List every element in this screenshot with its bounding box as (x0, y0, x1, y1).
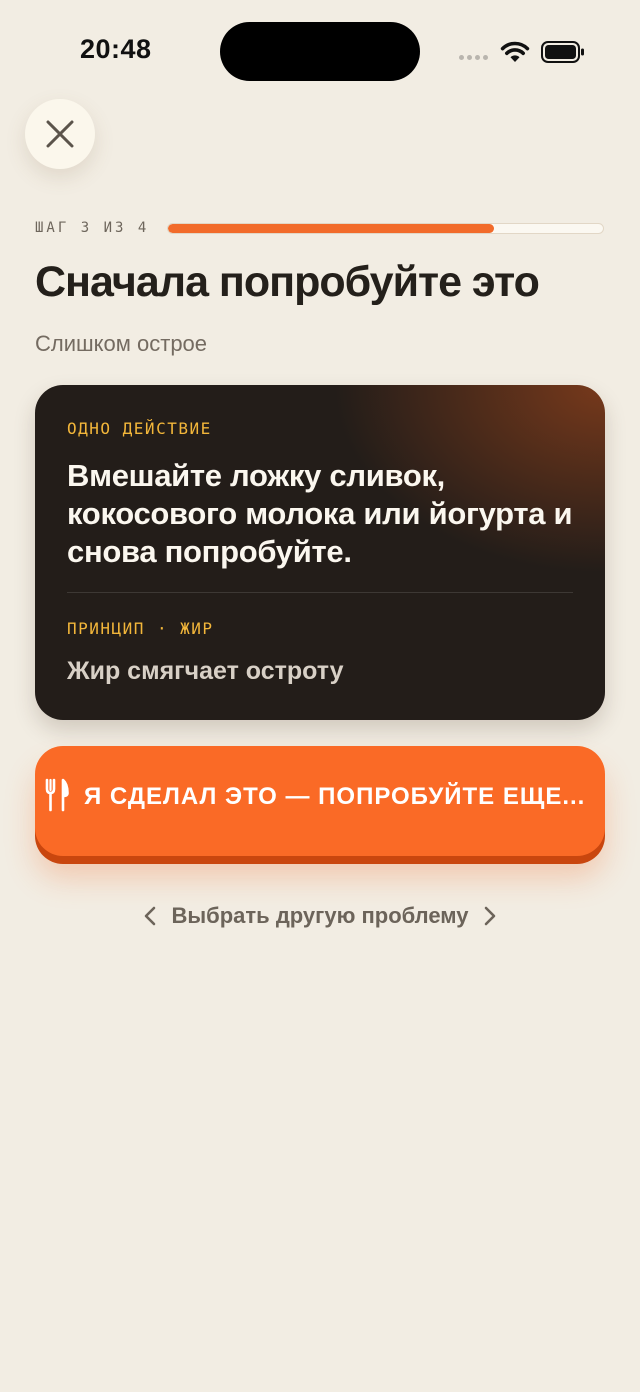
screen: 20:48 ШАГ 3 ИЗ 4 Сначала попробуйте это … (0, 0, 640, 1392)
principle-label: ПРИНЦИП (67, 619, 145, 638)
action-card: ОДНО ДЕЙСТВИЕ Вмешайте ложку сливок, кок… (35, 385, 605, 720)
dynamic-island (220, 22, 420, 81)
battery-icon (541, 41, 584, 63)
status-time: 20:48 (80, 34, 152, 64)
progress-bar (167, 223, 604, 234)
card-divider (67, 592, 573, 593)
done-try-again-button[interactable]: Я СДЕЛАЛ ЭТО — ПОПРОБУЙТЕ ЕЩЕ... (35, 746, 605, 856)
wifi-icon (500, 41, 530, 62)
cellular-signal-icon (459, 55, 491, 61)
principle-tag: ЖИР (180, 619, 214, 638)
choose-other-problem-link[interactable]: Выбрать другую проблему (135, 898, 505, 934)
progress-bar-fill (168, 224, 495, 233)
step-indicator: ШАГ 3 ИЗ 4 (35, 220, 150, 236)
principle-separator: · (156, 619, 169, 638)
close-icon (46, 120, 74, 148)
principle-text: Жир смягчает остроту (67, 657, 344, 685)
chevron-left-icon[interactable] (143, 906, 157, 926)
close-button[interactable] (25, 99, 95, 169)
card-kicker: ОДНО ДЕЙСТВИЕ (67, 419, 212, 438)
page-title: Сначала попробуйте это (35, 258, 540, 306)
chevron-right-icon[interactable] (483, 906, 497, 926)
problem-subtitle: Слишком острое (35, 331, 208, 356)
done-try-again-label: Я СДЕЛАЛ ЭТО — ПОПРОБУЙТЕ ЕЩЕ... (84, 783, 586, 810)
fork-knife-icon (45, 778, 69, 812)
principle-row: ПРИНЦИП · ЖИР (67, 619, 213, 638)
action-text: Вмешайте ложку сливок, кокосового молока… (67, 458, 573, 569)
choose-other-problem-label: Выбрать другую проблему (171, 903, 469, 928)
